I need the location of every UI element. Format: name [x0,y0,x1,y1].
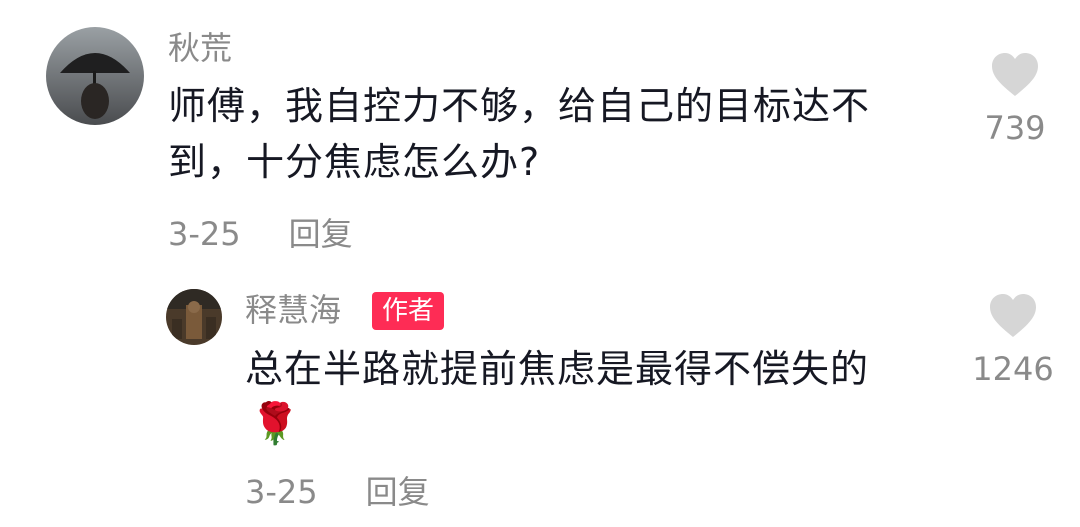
reply-like-count: 1246 [972,350,1054,388]
umbrella-photo-icon [46,27,144,125]
reply-date: 3-25 [245,473,318,511]
commenter-username[interactable]: 秋荒 [168,28,232,68]
author-photo-icon [166,289,222,345]
rose-icon: 🌹 [250,401,300,447]
comment-date: 3-25 [168,215,241,253]
reply-username[interactable]: 释慧海 [245,290,341,330]
comment-like-count: 739 [984,109,1046,147]
comment-reply-button[interactable]: 回复 [289,214,353,254]
heart-icon [992,53,1038,96]
author-badge: 作者 [372,292,445,330]
reply-avatar[interactable] [166,289,222,345]
reply-like-button[interactable]: 1246 [958,293,1068,389]
heart-icon [990,294,1036,337]
comment-text: 师傅，我自控力不够，给自己的目标达不到，十分焦虑怎么办? [168,84,871,184]
comment-like-button[interactable]: 739 [960,52,1070,148]
reply-text: 总在半路就提前焦虑是最得不偿失的 [245,347,870,391]
reply-reply-button[interactable]: 回复 [366,472,430,512]
comment-meta: 3-25 回复 [168,214,353,254]
reply-meta: 3-25 回复 [245,472,430,512]
commenter-avatar[interactable] [46,27,144,125]
